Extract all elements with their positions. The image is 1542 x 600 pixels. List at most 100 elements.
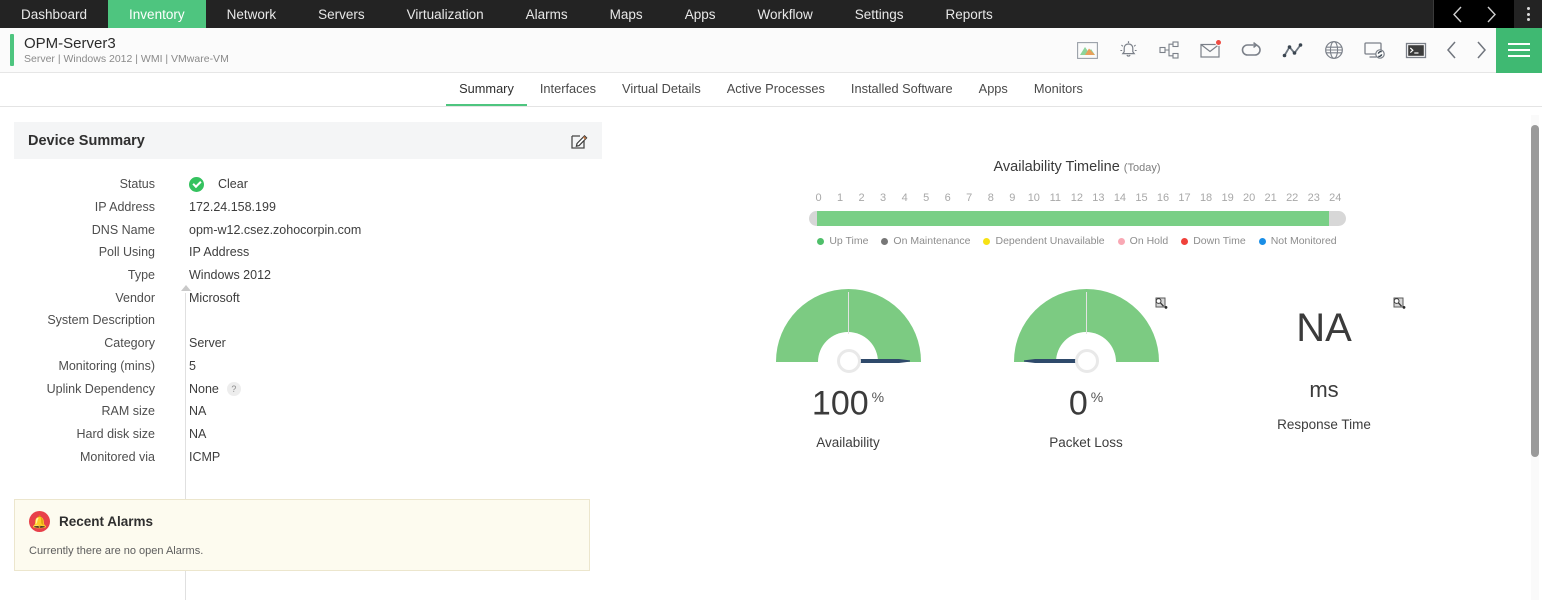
response-time-value: NA xyxy=(1296,306,1352,350)
timeline-tick: 10 xyxy=(1027,192,1040,204)
more-vertical-icon[interactable] xyxy=(1514,0,1542,28)
timeline-tick: 4 xyxy=(901,192,908,204)
nav-item-apps[interactable]: Apps xyxy=(664,0,737,28)
alarm-bell-icon[interactable] xyxy=(1108,28,1149,73)
refresh-loop-icon[interactable] xyxy=(1231,28,1272,73)
tab-installed-software[interactable]: Installed Software xyxy=(838,82,966,106)
globe-icon[interactable] xyxy=(1313,28,1354,73)
summary-row-uplink-dependency: Uplink Dependency None ? xyxy=(0,377,612,400)
device-header-text: OPM-Server3 Server | Windows 2012 | WMI … xyxy=(24,35,229,66)
tab-apps[interactable]: Apps xyxy=(966,82,1021,106)
tab-virtual-details[interactable]: Virtual Details xyxy=(609,82,714,106)
summary-label: Category xyxy=(104,336,155,351)
device-next-button[interactable] xyxy=(1466,28,1496,73)
nav-item-network[interactable]: Network xyxy=(206,0,298,28)
availability-unit: % xyxy=(871,389,885,405)
tab-summary[interactable]: Summary xyxy=(446,82,527,106)
help-icon[interactable]: ? xyxy=(226,381,241,396)
legend-item-up-time: Up Time xyxy=(817,235,868,247)
terminal-icon[interactable] xyxy=(1395,28,1436,73)
timeline-tick: 20 xyxy=(1243,192,1256,204)
legend-label: On Maintenance xyxy=(893,235,971,247)
hamburger-menu-icon[interactable] xyxy=(1496,27,1542,73)
summary-value: None ? xyxy=(170,381,241,396)
nav-item-virtualization[interactable]: Virtualization xyxy=(386,0,505,28)
page-body: Device Summary Status Clear IP Address 1… xyxy=(0,107,1542,600)
recent-alarms-panel: 🔔 Recent Alarms Currently there are no o… xyxy=(14,499,590,571)
page-scrollbar-thumb[interactable] xyxy=(1531,125,1539,457)
timeline-tick: 13 xyxy=(1092,192,1105,204)
packet-loss-gauge: 0% Packet Loss xyxy=(996,289,1176,450)
device-prev-button[interactable] xyxy=(1436,28,1466,73)
timeline-tick: 21 xyxy=(1264,192,1277,204)
timeline-uptime-segment xyxy=(816,211,1329,226)
tab-monitors[interactable]: Monitors xyxy=(1021,82,1096,106)
status-badge: Clear xyxy=(218,177,248,192)
availability-caption: Availability xyxy=(816,435,880,451)
tab-interfaces[interactable]: Interfaces xyxy=(527,82,609,106)
summary-label: Vendor xyxy=(115,290,155,305)
summary-row-poll-using: Poll Using IP Address xyxy=(0,241,612,264)
nav-item-maps[interactable]: Maps xyxy=(589,0,664,28)
summary-value: Server xyxy=(189,336,226,351)
legend-swatch xyxy=(1181,237,1189,245)
nav-item-workflow[interactable]: Workflow xyxy=(736,0,833,28)
recent-alarms-header: 🔔 Recent Alarms xyxy=(29,511,575,532)
performance-chart-icon[interactable] xyxy=(1067,28,1108,73)
nav-prev-button[interactable] xyxy=(1440,0,1474,28)
timeline-tick: 11 xyxy=(1049,192,1062,204)
device-summary-rows: Status Clear IP Address 172.24.158.199 D… xyxy=(0,173,612,468)
left-column: Device Summary Status Clear IP Address 1… xyxy=(0,107,612,600)
summary-label: IP Address xyxy=(94,200,155,215)
timeline-tick: 9 xyxy=(1009,192,1016,204)
timeline-tick: 14 xyxy=(1113,192,1127,204)
network-topology-icon[interactable] xyxy=(1149,28,1190,73)
availability-timeline-title: Availability Timeline (Today) xyxy=(612,159,1542,175)
summary-label: RAM size xyxy=(101,404,155,419)
summary-value: 172.24.158.199 xyxy=(189,200,276,215)
nav-next-button[interactable] xyxy=(1474,0,1508,28)
timeline-track[interactable] xyxy=(808,211,1346,226)
summary-row-type: Type Windows 2012 xyxy=(0,264,612,287)
recent-alarms-message: Currently there are no open Alarms. xyxy=(29,545,204,557)
page-scrollbar[interactable] xyxy=(1531,115,1539,600)
summary-row-ip-address: IP Address 172.24.158.199 xyxy=(0,196,612,219)
legend-label: Up Time xyxy=(829,235,869,247)
nav-item-reports[interactable]: Reports xyxy=(925,0,1014,28)
summary-value: Microsoft xyxy=(189,290,240,305)
nav-item-dashboard[interactable]: Dashboard xyxy=(0,0,108,28)
uplink-value: None xyxy=(189,381,219,396)
timeline-tick: 22 xyxy=(1286,192,1299,204)
timeline-tick: 6 xyxy=(944,192,951,204)
nav-item-settings[interactable]: Settings xyxy=(834,0,925,28)
summary-label: Hard disk size xyxy=(76,426,156,441)
legend-item-down-time: Down Time xyxy=(1181,235,1246,247)
legend-label: Dependent Unavailable xyxy=(995,235,1105,247)
remote-desktop-icon[interactable] xyxy=(1354,28,1395,73)
recent-alarms-title: Recent Alarms xyxy=(59,514,154,529)
legend-swatch xyxy=(1117,237,1125,245)
line-chart-icon[interactable] xyxy=(1272,28,1313,73)
summary-value: IP Address xyxy=(189,245,250,260)
legend-item-not-monitored: Not Monitored xyxy=(1258,235,1337,247)
summary-value: opm-w12.csez.zohocorpin.com xyxy=(189,222,362,237)
summary-label: Type xyxy=(127,268,155,283)
edit-pencil-icon[interactable] xyxy=(571,132,588,149)
timeline-axis-ticks: 0 1 2 3 4 5 6 7 8 9 10 11 12 13 14 15 16… xyxy=(809,192,1346,204)
nav-item-servers[interactable]: Servers xyxy=(297,0,386,28)
nav-item-alarms[interactable]: Alarms xyxy=(505,0,589,28)
response-time-widget: NA ms Response Time xyxy=(1234,289,1414,450)
device-toolbar xyxy=(1067,27,1542,73)
timeline-tick: 8 xyxy=(987,192,994,204)
nav-item-inventory[interactable]: Inventory xyxy=(108,0,206,28)
timeline-tick: 5 xyxy=(923,192,930,204)
gauge-hub xyxy=(1074,349,1099,373)
mail-notification-icon[interactable] xyxy=(1190,28,1231,73)
tab-active-processes[interactable]: Active Processes xyxy=(714,82,838,106)
summary-label: Monitoring (mins) xyxy=(58,358,155,373)
timeline-tick: 0 xyxy=(815,192,822,204)
timeline-subtitle: (Today) xyxy=(1123,162,1161,174)
device-summary-header: Device Summary xyxy=(14,122,602,159)
notification-badge xyxy=(1215,38,1222,46)
summary-row-monitoring-mins: Monitoring (mins) 5 xyxy=(0,355,612,378)
